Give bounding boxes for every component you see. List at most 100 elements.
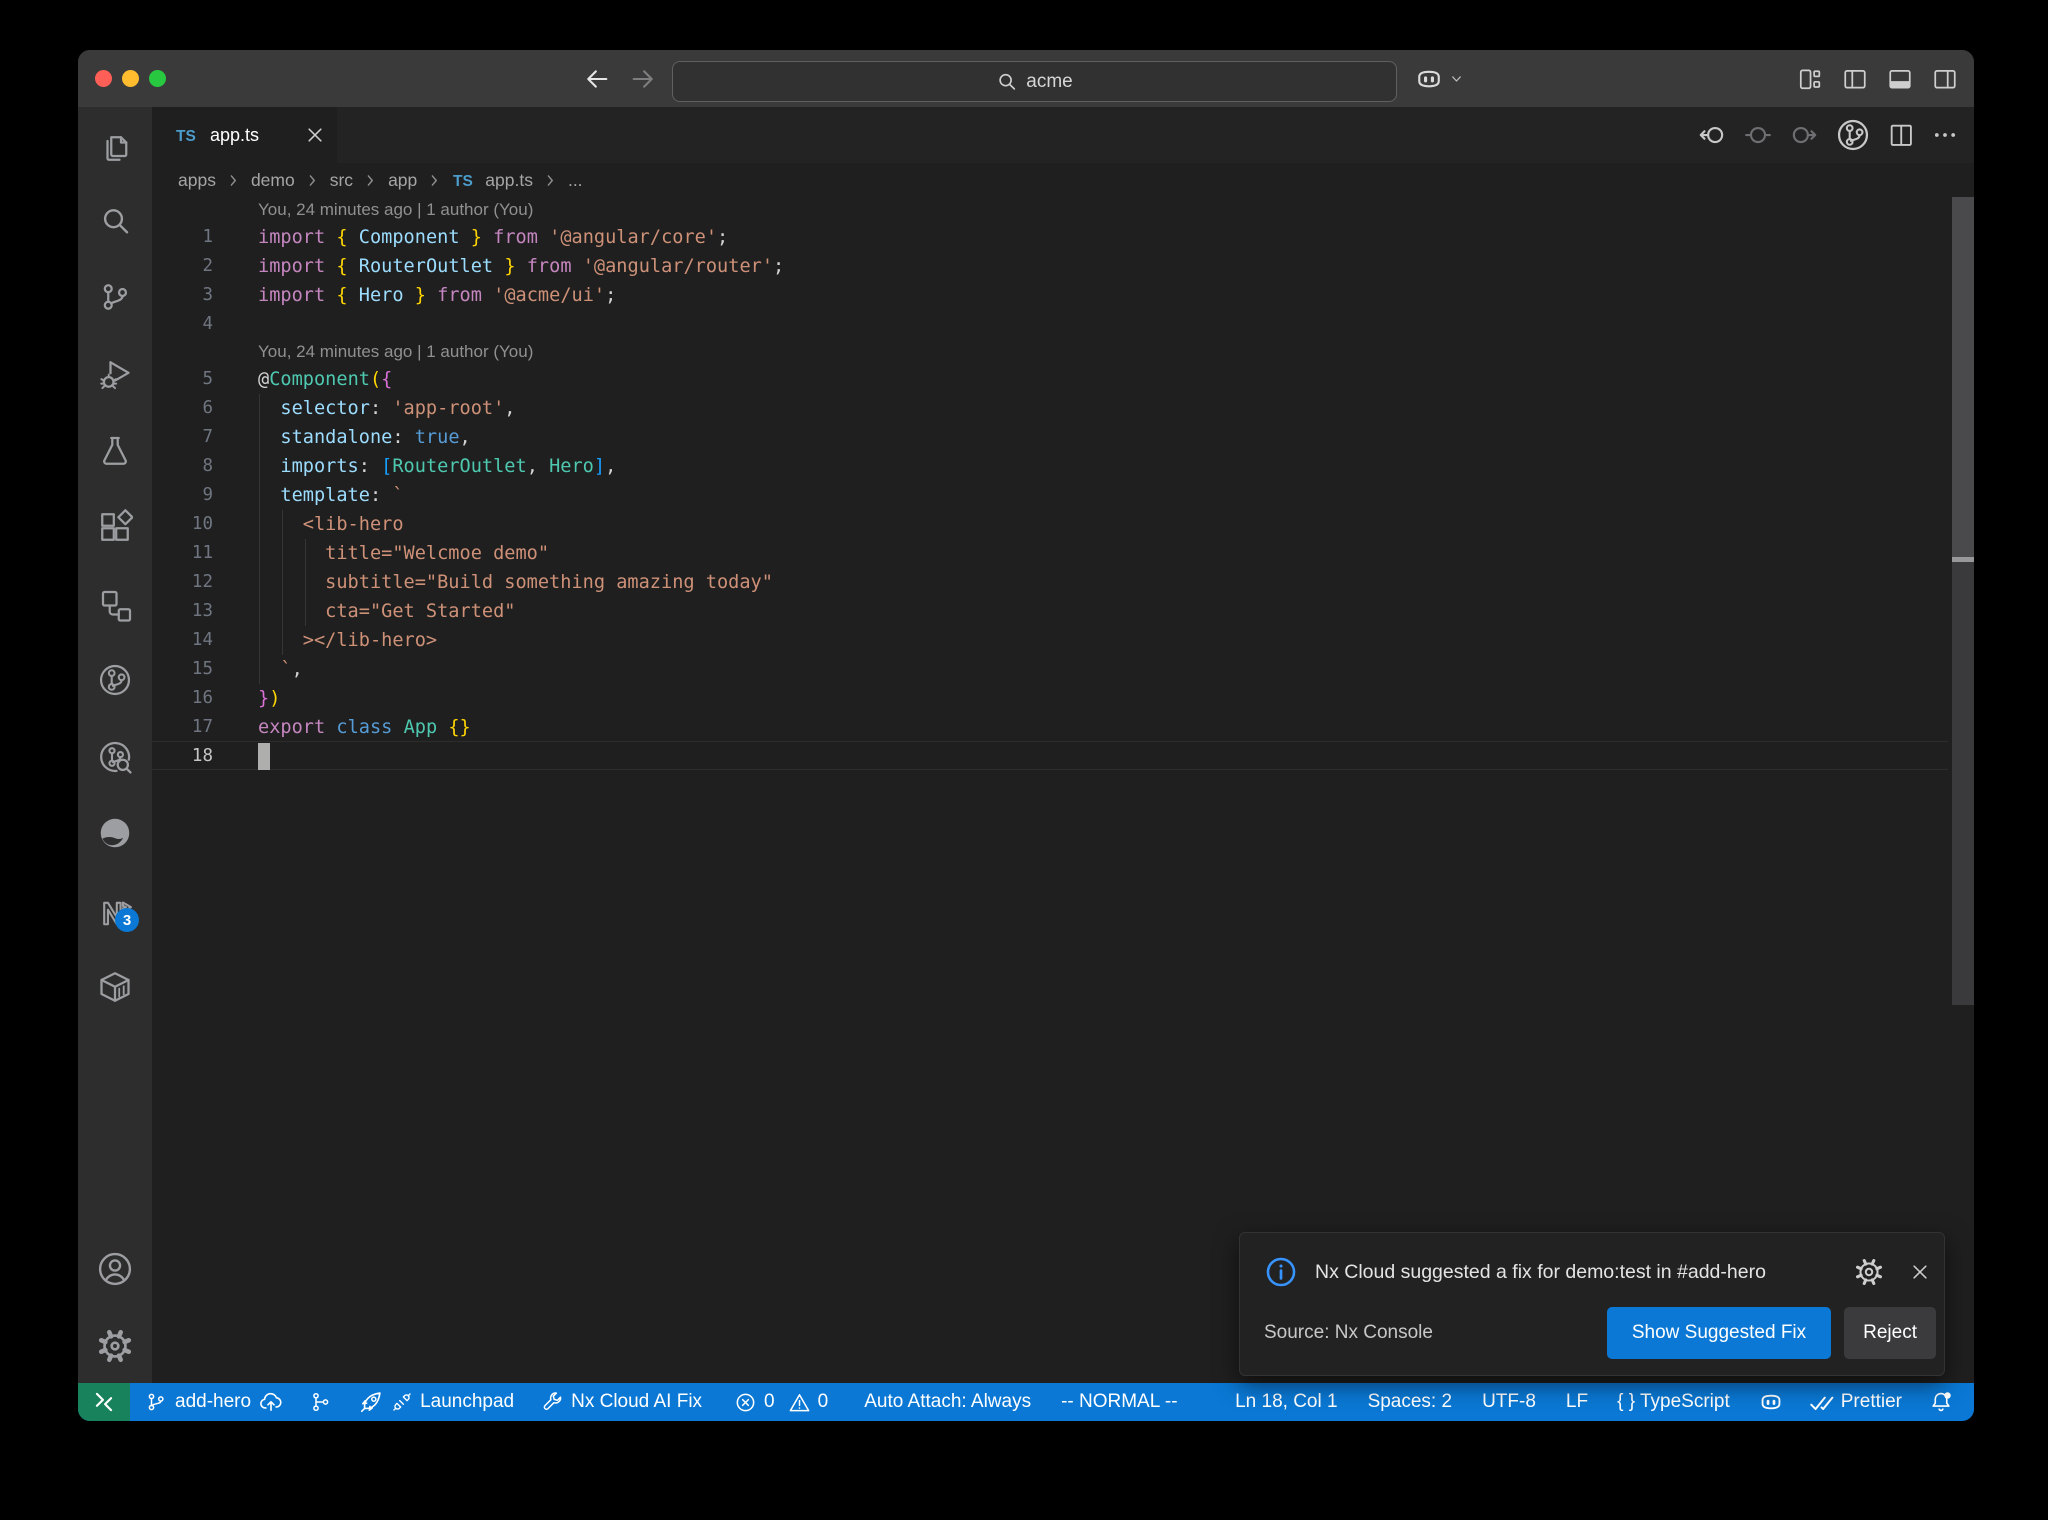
code-line-14: 14 ></lib-hero> <box>152 626 1974 655</box>
breadcrumb-item-demo[interactable]: demo <box>251 170 295 191</box>
chevron-right-icon <box>304 172 321 189</box>
status-formatter[interactable]: Prettier <box>1808 1389 1902 1415</box>
notification-close-icon[interactable] <box>1910 1262 1930 1282</box>
chevron-right-icon <box>362 172 379 189</box>
more-actions-button[interactable] <box>1931 121 1959 149</box>
history-forward-icon[interactable] <box>629 65 657 93</box>
code-line-15: 15 `, <box>152 655 1974 684</box>
plug-icon <box>391 1391 413 1413</box>
search-icon <box>996 71 1018 93</box>
split-editor-button[interactable] <box>1887 121 1915 149</box>
code-line-4: 4 <box>152 310 1974 339</box>
tab-bar: TS app.ts <box>152 107 1974 163</box>
activity-bar-item-testing[interactable] <box>97 432 133 468</box>
activity-bar-item-accounts[interactable] <box>97 1251 133 1287</box>
current-line-highlight <box>152 741 1948 770</box>
nx-badge: 3 <box>115 908 139 932</box>
activity-bar-item-settings[interactable] <box>97 1328 133 1364</box>
code-line-13: 13 cta="Get Started" <box>152 597 1974 626</box>
activity-bar-item-project-hierarchy[interactable] <box>97 586 133 622</box>
beaker-icon <box>97 432 133 468</box>
activity-bar-item-gitlens[interactable] <box>97 662 133 698</box>
history-back-icon[interactable] <box>583 65 611 93</box>
git-blame-annotation[interactable]: You, 24 minutes ago | 1 author (You) <box>152 339 1974 365</box>
titlebar: acme <box>78 50 1974 107</box>
gitlens-file-actions-button[interactable] <box>1835 117 1871 153</box>
status-launchpad[interactable]: Launchpad <box>358 1389 514 1415</box>
breadcrumb-item-appts[interactable]: TS app.ts <box>452 167 533 193</box>
status-copilot-status[interactable] <box>1758 1389 1784 1415</box>
status-problems[interactable]: 00 <box>734 1391 828 1414</box>
code-line-16: 16}) <box>152 684 1974 713</box>
typescript-file-icon: TS <box>175 122 201 148</box>
zoom-window-button[interactable] <box>149 70 166 87</box>
nav-current-button[interactable] <box>1743 120 1773 150</box>
activity-bar-item-search[interactable] <box>97 203 133 239</box>
breadcrumb-item-apps[interactable]: apps <box>178 170 216 191</box>
status-indentation[interactable]: Spaces: 2 <box>1368 1391 1453 1413</box>
notification-settings-icon[interactable] <box>1853 1256 1885 1288</box>
activity-bar-item-containers[interactable] <box>97 969 133 1005</box>
toggle-primary-sidebar-button[interactable] <box>1842 66 1868 92</box>
code-line-2: 2 import { RouterOutlet } from '@angular/… <box>152 252 1974 281</box>
rocket-icon <box>358 1389 384 1415</box>
notification-title: Nx Cloud suggested a fix for demo:test i… <box>1315 1260 1766 1283</box>
status-branch[interactable]: add-hero <box>144 1389 284 1415</box>
copilot-icon <box>1414 64 1444 94</box>
show-suggested-fix-button[interactable]: Show Suggested Fix <box>1606 1307 1832 1359</box>
status-bar: add-hero Launchpad Nx Cloud AI Fix 0 0 Auto A… <box>78 1383 1974 1421</box>
close-tab-icon[interactable] <box>305 125 325 145</box>
code-line-8: 8 imports: [RouterOutlet, Hero], <box>152 452 1974 481</box>
activity-bar-item-explorer[interactable] <box>97 126 133 162</box>
customize-layout-button[interactable] <box>1797 66 1823 92</box>
minimize-window-button[interactable] <box>122 70 139 87</box>
status-auto-attach[interactable]: Auto Attach: Always <box>864 1391 1031 1413</box>
status-notifications-bell[interactable] <box>1928 1389 1954 1415</box>
git-blame-annotation[interactable]: You, 24 minutes ago | 1 author (You) <box>152 197 1974 223</box>
status-language-mode[interactable]: { } TypeScript <box>1617 1391 1730 1413</box>
copilot-menu[interactable] <box>1414 50 1464 107</box>
ellipsis-icon <box>1931 121 1959 149</box>
status-vim-mode[interactable]: -- NORMAL -- <box>1061 1391 1177 1413</box>
traffic-lights <box>95 70 166 87</box>
activity-bar-item-run-and-debug[interactable] <box>97 356 133 392</box>
breadcrumb-item-src[interactable]: src <box>330 170 353 191</box>
activity-bar-item-extensions[interactable] <box>97 509 133 545</box>
code-editor[interactable]: You, 24 minutes ago | 1 author (You) 1 imp… <box>152 197 1974 1383</box>
breadcrumb-item-more[interactable]: ... <box>568 170 583 191</box>
line-number: 11 <box>191 543 213 563</box>
double-check-icon <box>1808 1389 1834 1415</box>
status-encoding[interactable]: UTF-8 <box>1482 1391 1536 1413</box>
breadcrumb: apps demo src app TS app.ts... <box>152 163 1974 197</box>
activity-bar-item-edge-tools[interactable] <box>97 815 133 851</box>
toggle-secondary-sidebar-button[interactable] <box>1932 66 1958 92</box>
status-nx-cloud-ai-fix[interactable]: Nx Cloud AI Fix <box>540 1390 702 1414</box>
gear-icon <box>96 1327 134 1365</box>
close-window-button[interactable] <box>95 70 112 87</box>
status-project-graph[interactable] <box>308 1390 332 1414</box>
tab-app-ts[interactable]: TS app.ts <box>152 107 337 163</box>
git-branch-sm-icon <box>144 1390 168 1414</box>
line-number: 7 <box>202 427 213 447</box>
reject-button[interactable]: Reject <box>1844 1307 1936 1359</box>
nav-forward-button[interactable] <box>1789 120 1819 150</box>
command-center-search[interactable]: acme <box>672 61 1397 102</box>
line-number: 17 <box>191 717 213 737</box>
activity-bar-item-nx-console[interactable]: 3 <box>97 892 139 932</box>
remote-indicator[interactable] <box>78 1383 130 1421</box>
status-cursor-position[interactable]: Ln 18, Col 1 <box>1235 1391 1337 1413</box>
chevron-right-icon <box>542 172 559 189</box>
line-number: 1 <box>202 227 213 247</box>
nav-back-button[interactable] <box>1697 120 1727 150</box>
circle-arrow-right-icon <box>1789 120 1819 150</box>
status-eol[interactable]: LF <box>1566 1391 1588 1413</box>
toggle-panel-button[interactable] <box>1887 66 1913 92</box>
activity-bar-item-source-control[interactable] <box>97 279 133 315</box>
breadcrumb-item-app[interactable]: app <box>388 170 417 191</box>
wrench-icon <box>540 1390 564 1414</box>
container-icon <box>97 969 133 1005</box>
code-line-11: 11 title="Welcmoe demo" <box>152 539 1974 568</box>
activity-bar-item-gitlens-inspect[interactable] <box>97 739 133 775</box>
tab-label: app.ts <box>210 124 260 145</box>
info-icon <box>1264 1255 1298 1289</box>
